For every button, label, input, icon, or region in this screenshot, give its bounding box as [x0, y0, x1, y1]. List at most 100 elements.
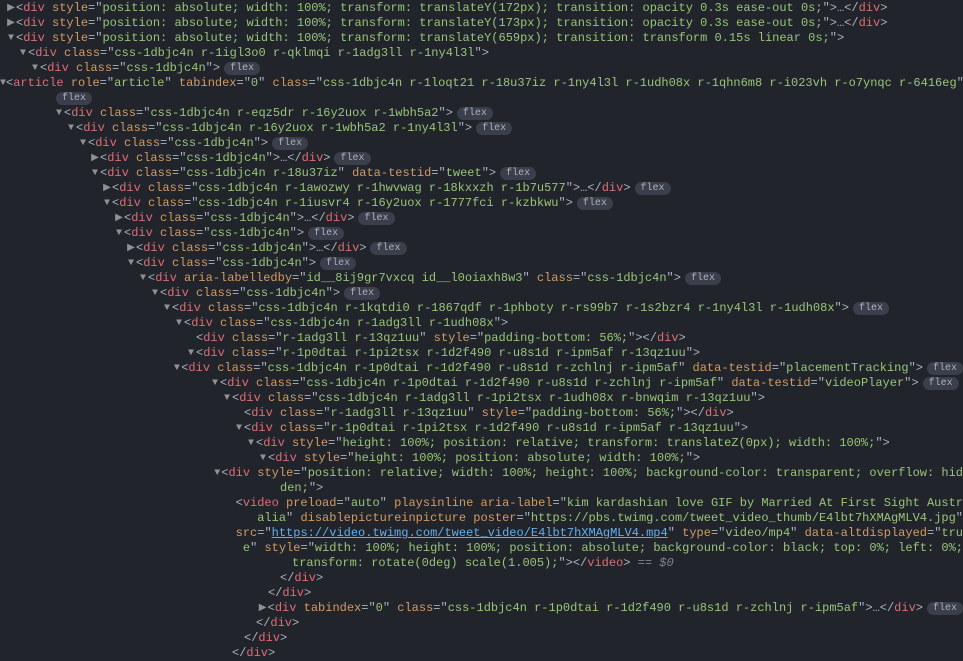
- node-markup: <article role="article" tabindex="0" cla…: [6, 76, 963, 91]
- dom-node-row[interactable]: ▼<div class="css-1dbjc4n">flex: [0, 226, 963, 241]
- dom-node-row[interactable]: ▼<div class="css-1dbjc4n r-1iusvr4 r-16y…: [0, 196, 963, 211]
- dom-node-row[interactable]: ▼<div class="css-1dbjc4n r-1kqtdi0 r-186…: [0, 301, 963, 316]
- node-markup: <div class="css-1dbjc4n r-eqz5dr r-16y2u…: [64, 106, 453, 121]
- dom-node-row[interactable]: ▶<div style="position: absolute; width: …: [0, 1, 963, 16]
- node-markup: <div style="height: 100%; position: rela…: [256, 436, 890, 451]
- dom-node-row[interactable]: ▶<div class="css-1dbjc4n">…</div>flex: [0, 211, 963, 226]
- chevron-down-icon[interactable]: ▼: [150, 286, 160, 301]
- node-markup: transform: rotate(0deg) scale(1.005);"><…: [292, 556, 674, 571]
- node-markup: <div class="css-1dbjc4n">: [136, 256, 316, 271]
- dom-node-row[interactable]: ▶<div tabindex="0" class="css-1dbjc4n r-…: [0, 601, 963, 616]
- node-markup: alia" disablepictureinpicture poster="ht…: [257, 511, 963, 526]
- node-markup: <div class="r-1p0dtai r-1pi2tsx r-1d2f49…: [196, 346, 700, 361]
- chevron-down-icon[interactable]: ▼: [138, 271, 148, 286]
- chevron-down-icon[interactable]: ▼: [162, 301, 172, 316]
- dom-node-row[interactable]: ▶<div class="css-1dbjc4n">…</div>flex: [0, 151, 963, 166]
- dom-node-row[interactable]: <div class="r-1adg3ll r-13qz1uu" style="…: [0, 331, 963, 346]
- dom-node-row[interactable]: ▼<div class="css-1dbjc4n r-1p0dtai r-1d2…: [0, 361, 963, 376]
- dom-node-row[interactable]: ▼<div class="css-1dbjc4n r-1adg3ll r-1pi…: [0, 391, 963, 406]
- chevron-down-icon[interactable]: ▼: [18, 46, 28, 61]
- node-markup: src="https://video.twimg.com/tweet_video…: [236, 526, 963, 541]
- node-markup: </div>: [244, 631, 287, 646]
- node-markup: <div style="height: 100%; position: abso…: [268, 451, 700, 466]
- chevron-down-icon[interactable]: ▼: [173, 361, 182, 376]
- dom-node-row[interactable]: ▼<article role="article" tabindex="0" cl…: [0, 76, 963, 91]
- chevron-down-icon[interactable]: ▼: [114, 226, 124, 241]
- chevron-right-icon[interactable]: ▶: [258, 601, 268, 616]
- node-markup: </div>: [268, 586, 311, 601]
- chevron-down-icon[interactable]: ▼: [78, 136, 88, 151]
- dom-node-row[interactable]: e" style="width: 100%; height: 100%; pos…: [0, 541, 963, 556]
- chevron-down-icon[interactable]: ▼: [210, 376, 220, 391]
- chevron-right-icon[interactable]: ▶: [6, 16, 16, 31]
- dom-node-row[interactable]: <div class="r-1adg3ll r-13qz1uu" style="…: [0, 406, 963, 421]
- node-markup: <div class="css-1dbjc4n r-18u37iz" data-…: [100, 166, 496, 181]
- dom-node-row[interactable]: ▼<div class="css-1dbjc4n r-1igl3o0 r-qkl…: [0, 46, 963, 61]
- dom-node-row[interactable]: </div>: [0, 631, 963, 646]
- node-markup: <div class="css-1dbjc4n">…</div>: [100, 151, 330, 166]
- dom-node-row[interactable]: </div>: [0, 616, 963, 631]
- chevron-down-icon[interactable]: ▼: [30, 61, 40, 76]
- dom-node-row[interactable]: ▼<div class="css-1dbjc4n r-1p0dtai r-1d2…: [0, 376, 963, 391]
- dom-node-row[interactable]: </div>: [0, 646, 963, 661]
- node-markup: <div class="css-1dbjc4n r-1kqtdi0 r-1867…: [172, 301, 849, 316]
- dom-node-row[interactable]: alia" disablepictureinpicture poster="ht…: [0, 511, 963, 526]
- flex-badge: flex: [358, 212, 394, 225]
- chevron-down-icon[interactable]: ▼: [90, 166, 100, 181]
- dom-node-row[interactable]: src="https://video.twimg.com/tweet_video…: [0, 526, 963, 541]
- chevron-down-icon[interactable]: ▼: [6, 31, 16, 46]
- dom-node-row[interactable]: </div>: [0, 586, 963, 601]
- chevron-down-icon[interactable]: ▼: [186, 346, 196, 361]
- dom-node-row[interactable]: ▼<div class="css-1dbjc4n r-eqz5dr r-16y2…: [0, 106, 963, 121]
- chevron-right-icon[interactable]: ▶: [126, 241, 136, 256]
- dom-node-row[interactable]: <video preload="auto" playsinline aria-l…: [0, 496, 963, 511]
- chevron-down-icon[interactable]: ▼: [102, 196, 112, 211]
- chevron-down-icon[interactable]: ▼: [246, 436, 256, 451]
- dom-node-row: flex: [0, 91, 963, 106]
- node-markup: <div style="position: absolute; width: 1…: [16, 1, 887, 16]
- dom-node-row[interactable]: ▼<div style="height: 100%; position: rel…: [0, 436, 963, 451]
- flex-badge: flex: [370, 242, 406, 255]
- dom-node-row[interactable]: ▶<div class="css-1dbjc4n">…</div>flex: [0, 241, 963, 256]
- elements-tree[interactable]: ▶<div style="position: absolute; width: …: [0, 0, 963, 661]
- chevron-down-icon[interactable]: ▼: [222, 391, 232, 406]
- dom-node-row[interactable]: ▼<div class="css-1dbjc4n">flex: [0, 256, 963, 271]
- chevron-right-icon[interactable]: ▶: [6, 1, 16, 16]
- chevron-right-icon[interactable]: ▶: [102, 181, 112, 196]
- chevron-down-icon[interactable]: ▼: [174, 316, 184, 331]
- flex-badge: flex: [577, 197, 613, 210]
- chevron-down-icon[interactable]: ▼: [258, 451, 268, 466]
- dom-node-row[interactable]: ▼<div class="r-1p0dtai r-1pi2tsx r-1d2f4…: [0, 346, 963, 361]
- chevron-down-icon[interactable]: ▼: [213, 466, 221, 481]
- dom-node-row[interactable]: ▼<div class="css-1dbjc4n r-18u37iz" data…: [0, 166, 963, 181]
- node-markup: <div class="css-1dbjc4n">: [124, 226, 304, 241]
- dom-node-row[interactable]: transform: rotate(0deg) scale(1.005);"><…: [0, 556, 963, 571]
- node-markup: <div class="css-1dbjc4n r-1p0dtai r-1d2f…: [220, 376, 919, 391]
- dom-node-row[interactable]: ▶<div class="css-1dbjc4n r-1awozwy r-1hw…: [0, 181, 963, 196]
- dom-node-row[interactable]: </div>: [0, 571, 963, 586]
- dom-node-row[interactable]: ▼<div class="r-1p0dtai r-1pi2tsx r-1d2f4…: [0, 421, 963, 436]
- dom-node-row[interactable]: ▼<div class="css-1dbjc4n">flex: [0, 136, 963, 151]
- node-markup: <div class="css-1dbjc4n r-1adg3ll r-1pi2…: [232, 391, 765, 406]
- dom-node-row[interactable]: ▼<div style="position: relative; width: …: [0, 466, 963, 481]
- chevron-down-icon[interactable]: ▼: [54, 106, 64, 121]
- dom-node-row[interactable]: ▼<div style="height: 100%; position: abs…: [0, 451, 963, 466]
- dom-node-row[interactable]: ▼<div class="css-1dbjc4n">flex: [0, 286, 963, 301]
- dom-node-row[interactable]: ▶<div style="position: absolute; width: …: [0, 16, 963, 31]
- dom-node-row[interactable]: ▼<div style="position: absolute; width: …: [0, 31, 963, 46]
- node-markup: <div style="position: relative; width: 1…: [221, 466, 963, 481]
- chevron-down-icon[interactable]: ▼: [234, 421, 244, 436]
- dom-node-row[interactable]: ▼<div class="css-1dbjc4n r-16y2uox r-1wb…: [0, 121, 963, 136]
- chevron-down-icon[interactable]: ▼: [126, 256, 136, 271]
- node-markup: </div>: [256, 616, 299, 631]
- flex-badge: flex: [476, 122, 512, 135]
- node-markup: <div aria-labelledby="id__8ij9gr7vxcq id…: [148, 271, 681, 286]
- node-markup: <div class="css-1dbjc4n r-1p0dtai r-1d2f…: [181, 361, 923, 376]
- chevron-right-icon[interactable]: ▶: [114, 211, 124, 226]
- dom-node-row[interactable]: den;">: [0, 481, 963, 496]
- chevron-down-icon[interactable]: ▼: [66, 121, 76, 136]
- chevron-right-icon[interactable]: ▶: [90, 151, 100, 166]
- dom-node-row[interactable]: ▼<div aria-labelledby="id__8ij9gr7vxcq i…: [0, 271, 963, 286]
- dom-node-row[interactable]: ▼<div class="css-1dbjc4n">flex: [0, 61, 963, 76]
- dom-node-row[interactable]: ▼<div class="css-1dbjc4n r-1adg3ll r-1ud…: [0, 316, 963, 331]
